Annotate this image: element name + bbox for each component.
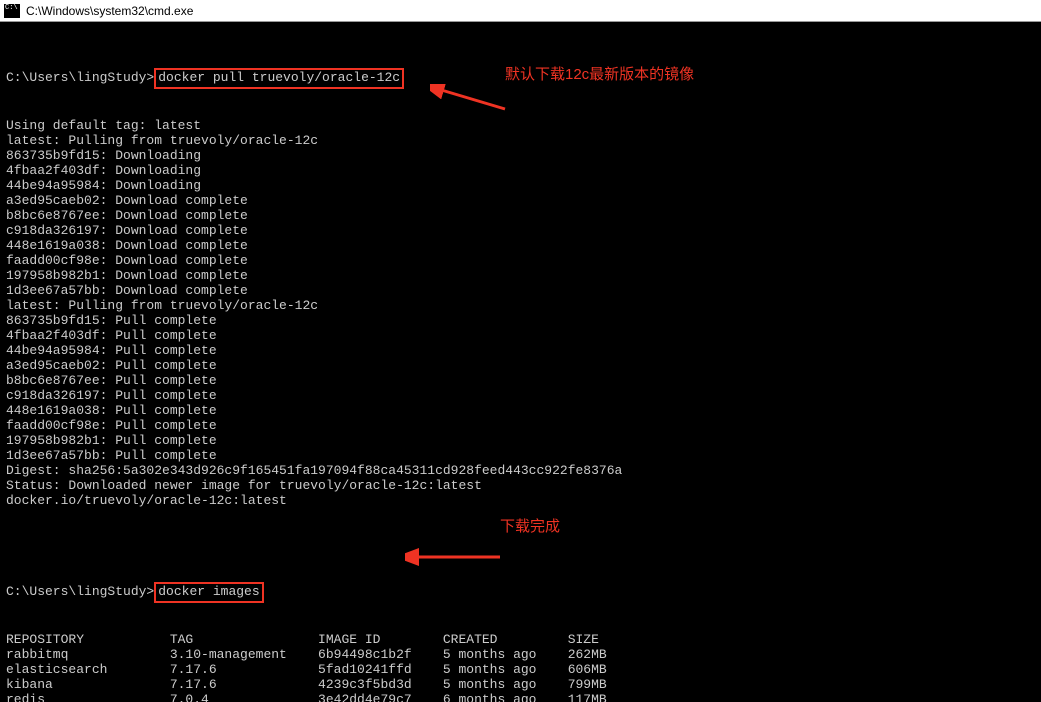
output-line: faadd00cf98e: Pull complete <box>6 418 1035 433</box>
window-title: C:\Windows\system32\cmd.exe <box>26 4 193 18</box>
output-line: Digest: sha256:5a302e343d926c9f165451fa1… <box>6 463 1035 478</box>
output-line: a3ed95caeb02: Pull complete <box>6 358 1035 373</box>
prompt: C:\Users\lingStudy> <box>6 584 154 599</box>
output-line: 1d3ee67a57bb: Download complete <box>6 283 1035 298</box>
window-titlebar[interactable]: C:\Windows\system32\cmd.exe <box>0 0 1041 22</box>
output-line: latest: Pulling from truevoly/oracle-12c <box>6 298 1035 313</box>
output-line: 4fbaa2f403df: Downloading <box>6 163 1035 178</box>
output-line: Using default tag: latest <box>6 118 1035 133</box>
output-line: 197958b982b1: Download complete <box>6 268 1035 283</box>
cmd-icon <box>4 4 20 18</box>
table-row: elasticsearch 7.17.6 5fad10241ffd 5 mont… <box>6 662 1035 677</box>
table-row: rabbitmq 3.10-management 6b94498c1b2f 5 … <box>6 647 1035 662</box>
output-line: 1d3ee67a57bb: Pull complete <box>6 448 1035 463</box>
command-pull: docker pull truevoly/oracle-12c <box>158 70 400 85</box>
table-row: kibana 7.17.6 4239c3f5bd3d 5 months ago … <box>6 677 1035 692</box>
output-line: c918da326197: Pull complete <box>6 388 1035 403</box>
terminal-area[interactable]: C:\Users\lingStudy> docker pull truevoly/… <box>0 22 1041 702</box>
output-line: docker.io/truevoly/oracle-12c:latest <box>6 493 1035 508</box>
prompt: C:\Users\lingStudy> <box>6 70 154 85</box>
highlight-box-images: docker images <box>154 582 263 603</box>
output-line: latest: Pulling from truevoly/oracle-12c <box>6 133 1035 148</box>
table-header: REPOSITORY TAG IMAGE ID CREATED SIZE <box>6 632 1035 647</box>
output-line: 44be94a95984: Downloading <box>6 178 1035 193</box>
command-images: docker images <box>158 584 259 599</box>
output-line: 4fbaa2f403df: Pull complete <box>6 328 1035 343</box>
output-line: b8bc6e8767ee: Pull complete <box>6 373 1035 388</box>
output-line: Status: Downloaded newer image for truev… <box>6 478 1035 493</box>
output-line: c918da326197: Download complete <box>6 223 1035 238</box>
output-line: b8bc6e8767ee: Download complete <box>6 208 1035 223</box>
output-line: 863735b9fd15: Pull complete <box>6 313 1035 328</box>
output-line: 448e1619a038: Pull complete <box>6 403 1035 418</box>
table-row: redis 7.0.4 3e42dd4e79c7 6 months ago 11… <box>6 692 1035 702</box>
highlight-box-pull: docker pull truevoly/oracle-12c <box>154 68 404 89</box>
annotation-download-done: 下载完成 <box>500 519 560 534</box>
output-line: 863735b9fd15: Downloading <box>6 148 1035 163</box>
output-line: a3ed95caeb02: Download complete <box>6 193 1035 208</box>
output-line: 44be94a95984: Pull complete <box>6 343 1035 358</box>
output-line: faadd00cf98e: Download complete <box>6 253 1035 268</box>
output-line: 448e1619a038: Download complete <box>6 238 1035 253</box>
output-line: 197958b982b1: Pull complete <box>6 433 1035 448</box>
